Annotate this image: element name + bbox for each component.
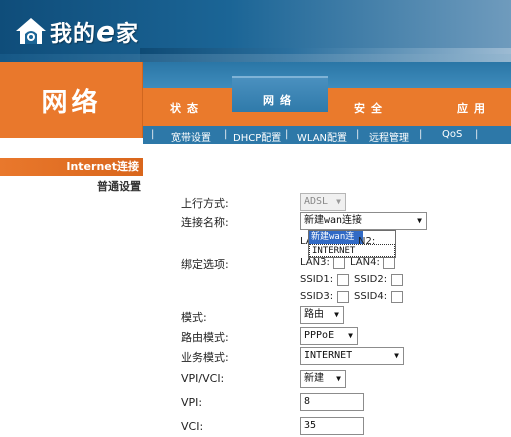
upstream-label: 上行方式: xyxy=(181,197,229,210)
lan3-checkbox[interactable] xyxy=(333,257,345,269)
sub-nav-separator: | xyxy=(475,129,479,140)
sub-nav-broadband[interactable]: 宽带设置 xyxy=(171,129,211,144)
connection-select[interactable]: 新建wan连接 xyxy=(300,212,427,230)
ssid1-checkbox[interactable] xyxy=(337,274,349,286)
connection-dropdown[interactable]: 新建wan连接 INTERNET xyxy=(308,230,396,258)
dropdown-option-new-wan[interactable]: 新建wan连接 xyxy=(309,231,363,255)
sidebar: Internet连接 普通设置 xyxy=(0,138,143,437)
header-stripe xyxy=(140,48,511,62)
logo-text: 我的e家 xyxy=(50,15,139,48)
section-title: 网络 xyxy=(41,88,102,118)
mode-label: 模式: xyxy=(181,311,207,324)
tab-network[interactable]: 网络 xyxy=(232,76,328,112)
route-mode-select[interactable]: PPPoE xyxy=(300,327,358,345)
upstream-select: ADSL xyxy=(300,193,346,211)
sub-nav-remote[interactable]: 远程管理 xyxy=(369,129,409,144)
header-banner: 我的e家 xyxy=(0,0,511,62)
ssid1-label: SSID1: xyxy=(300,274,334,285)
vpivci-label: VPI/VCI: xyxy=(181,372,225,385)
vci-label: VCI: xyxy=(181,420,204,433)
lan4-checkbox[interactable] xyxy=(383,257,395,269)
sub-nav-separator: | xyxy=(356,129,360,140)
ssid3-checkbox[interactable] xyxy=(337,291,349,303)
tab-status[interactable]: 状态 xyxy=(170,88,204,126)
sub-nav-separator: | xyxy=(419,129,423,140)
vpi-label: VPI: xyxy=(181,396,203,409)
logo-text-main: 我的 xyxy=(50,20,97,47)
tab-apps[interactable]: 应用 xyxy=(457,88,491,126)
connection-label: 连接名称: xyxy=(181,216,229,229)
route-mode-label: 路由模式: xyxy=(181,331,229,344)
lan2-label: N2: xyxy=(358,236,376,247)
lan3-label: LAN3: xyxy=(300,257,330,268)
main-nav: 状态 网络 安全 应用 xyxy=(143,76,511,126)
ssid4-checkbox[interactable] xyxy=(391,291,403,303)
vci-input[interactable]: 35 xyxy=(300,417,364,435)
sidebar-item-general[interactable]: 普通设置 xyxy=(0,178,141,194)
logo-text-end: 家 xyxy=(116,20,140,47)
mode-select[interactable]: 路由 xyxy=(300,306,344,324)
sub-nav-separator: | xyxy=(224,129,228,140)
binding-label: 绑定选项: xyxy=(181,258,229,271)
house-logo-icon xyxy=(16,18,46,44)
ssid2-checkbox[interactable] xyxy=(391,274,403,286)
ssid2-label: SSID2: xyxy=(354,274,388,285)
sidebar-item-internet[interactable]: Internet连接 xyxy=(0,158,143,176)
ssid4-label: SSID4: xyxy=(354,291,388,302)
ssid3-label: SSID3: xyxy=(300,291,334,302)
sub-nav: | 宽带设置 | DHCP配置 | WLAN配置 | 远程管理 | QoS | xyxy=(143,126,511,144)
service-mode-label: 业务模式: xyxy=(181,351,229,364)
sub-nav-wlan[interactable]: WLAN配置 xyxy=(297,129,347,144)
tab-security[interactable]: 安全 xyxy=(354,88,388,126)
sub-nav-qos[interactable]: QoS xyxy=(442,129,462,140)
section-block: 网络 xyxy=(0,62,143,138)
sub-nav-dhcp[interactable]: DHCP配置 xyxy=(233,129,281,144)
vpivci-select[interactable]: 新建 xyxy=(300,370,346,388)
vpi-input[interactable]: 8 xyxy=(300,393,364,411)
dropdown-option-internet[interactable]: INTERNET xyxy=(309,244,395,257)
service-mode-select[interactable]: INTERNET xyxy=(300,347,404,365)
sub-nav-separator: | xyxy=(151,129,155,140)
logo-text-e: e xyxy=(96,14,117,48)
lan4-label: LAN4: xyxy=(350,257,380,268)
logo: 我的e家 xyxy=(14,14,139,48)
sub-nav-separator: | xyxy=(285,129,289,140)
